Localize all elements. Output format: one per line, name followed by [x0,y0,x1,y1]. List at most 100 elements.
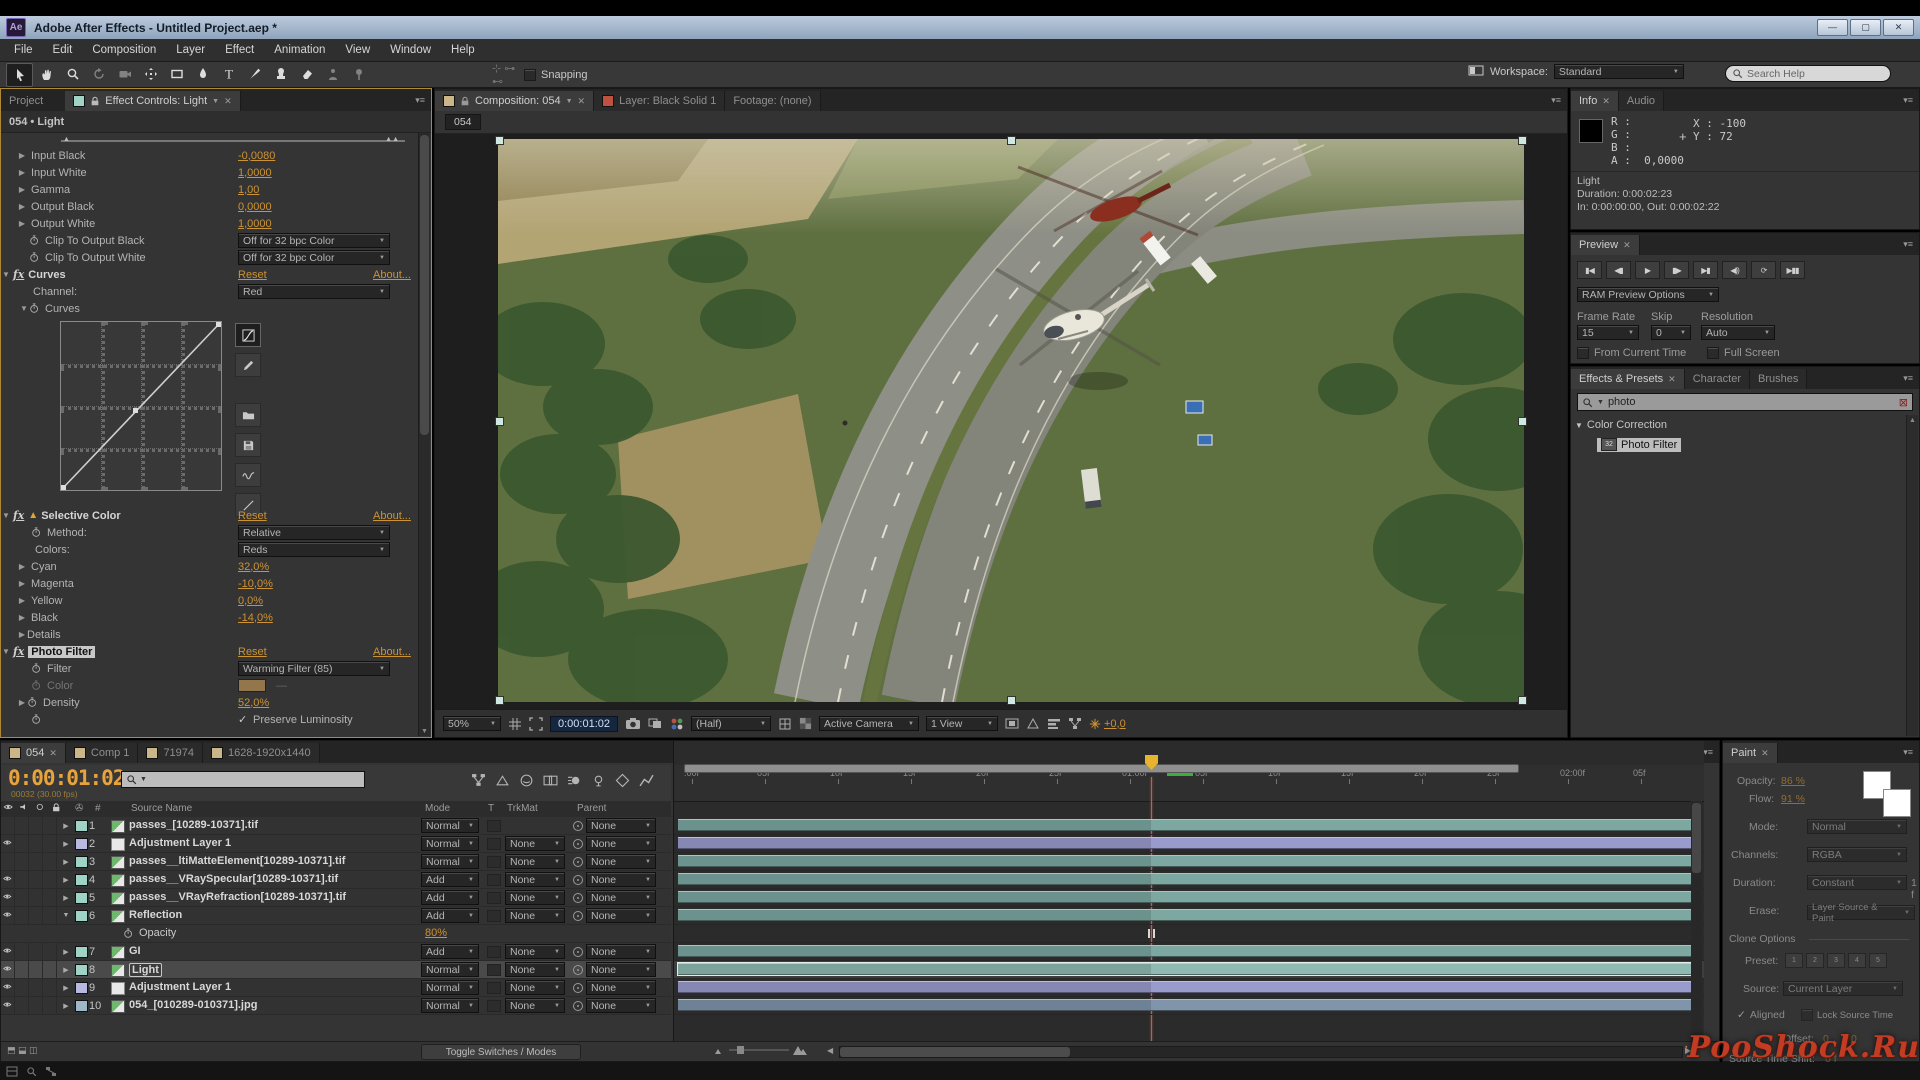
open-curve-icon[interactable] [235,403,261,427]
pen-tool[interactable] [190,63,215,85]
video-toggle[interactable] [1,853,15,870]
stopwatch-icon[interactable] [29,234,41,247]
frame-rate-dropdown[interactable]: 15 [1577,325,1639,340]
selection-handle[interactable] [495,696,504,705]
previous-frame-button[interactable]: ◀▮ [1606,261,1631,279]
layer-row-3[interactable]: ▶3passes__ltiMatteElement[10289-10371].t… [1,853,671,871]
trkmat-dropdown[interactable]: None [505,872,565,887]
solo-toggle[interactable] [29,853,43,870]
property-method[interactable]: Method:Relative [1,524,419,541]
grid-guides-icon[interactable] [508,717,522,731]
label-color-swatch[interactable] [75,910,88,922]
eye-icon[interactable] [2,875,14,885]
selection-handle[interactable] [1007,136,1016,145]
property-magenta[interactable]: ▶Magenta-10,0% [1,575,419,592]
close-tab-icon[interactable]: ✕ [224,96,232,107]
layer-row-2[interactable]: ▶2Adjustment Layer 1NormalNoneNone [1,835,671,853]
motionblur-icon[interactable] [567,773,582,788]
tab-project[interactable]: Project [1,91,51,111]
clone-preset-4[interactable]: 4 [1848,953,1866,968]
flowchart-status-icon[interactable] [45,1066,57,1077]
timeline-tab-71974[interactable]: 71974 [138,743,203,763]
layer-name[interactable]: passes__ltiMatteElement[10289-10371].tif [129,855,345,867]
clone-preset-5[interactable]: 5 [1869,953,1887,968]
layer-duration-bar[interactable] [678,981,1699,993]
color-swatch[interactable] [238,679,266,692]
keyframe-marker[interactable] [1148,929,1155,938]
reset-link[interactable]: Reset [238,269,267,281]
property-dropdown[interactable]: Off for 32 bpc Color [238,233,390,248]
pixel-aspect-icon[interactable] [1005,717,1019,730]
channels-dropdown[interactable]: RGBA [1807,847,1907,862]
property-gamma[interactable]: ▶Gamma1,00 [1,181,419,198]
about-link[interactable]: About... [373,646,411,658]
selection-handle[interactable] [1007,696,1016,705]
parent-dropdown[interactable]: None [586,944,656,959]
pan-behind-tool[interactable] [138,63,163,85]
opacity-value[interactable]: 86 % [1781,775,1805,787]
about-link[interactable]: About... [373,269,411,281]
expander-icon[interactable]: ▶ [59,894,73,902]
track-row-layer-10[interactable] [674,997,1704,1015]
lock-toggle[interactable] [43,835,57,852]
eye-icon[interactable] [2,911,14,921]
effect-controls-scrollbar[interactable]: ▼ [418,133,430,736]
audio-toggle[interactable] [15,835,29,852]
lock-toggle[interactable] [43,997,57,1014]
tab-effects-presets[interactable]: Effects & Presets✕ [1571,369,1685,389]
brainstorm-icon[interactable] [591,773,606,788]
track-row-layer-7[interactable] [674,943,1704,961]
solo-toggle[interactable] [29,835,43,852]
expander-icon[interactable]: ▶ [59,840,73,848]
grapheditor-icon[interactable] [639,773,654,788]
parent-dropdown[interactable]: None [586,818,656,833]
eye-icon[interactable] [2,839,14,849]
property-dropdown[interactable]: Relative [238,525,390,540]
frameblend-icon[interactable] [543,773,558,788]
solo-toggle[interactable] [29,871,43,888]
video-toggle[interactable] [1,961,15,978]
parent-pickwhip-icon[interactable] [573,875,583,885]
trkmat-dropdown[interactable]: None [505,962,565,977]
track-row-layer-5[interactable] [674,889,1704,907]
video-toggle[interactable] [1,943,15,960]
stopwatch-icon[interactable] [123,927,135,940]
ram-preview-options-dropdown[interactable]: RAM Preview Options [1577,287,1719,302]
layer-name[interactable]: passes_[10289-10371].tif [129,819,258,831]
curves-property-row[interactable]: ▼Curves [1,300,419,317]
blend-mode-dropdown[interactable]: Add [421,890,479,905]
selection-handle[interactable] [495,136,504,145]
effect-header-curves[interactable]: ▼fxCurvesResetAbout... [1,266,419,283]
video-toggle[interactable] [1,979,15,996]
property-row-opacity[interactable]: Opacity80% [1,925,671,943]
puppet-pin-tool[interactable] [346,63,371,85]
layer-name[interactable]: passes__VRayRefraction[10289-10371].tif [129,891,346,903]
show-snapshot-icon[interactable] [648,717,663,730]
stopwatch-icon[interactable] [27,696,39,709]
solo-toggle[interactable] [29,997,43,1014]
stencil-toggle[interactable] [487,874,501,886]
property-value[interactable]: -10,0% [238,578,273,590]
autokey-icon[interactable] [615,773,630,788]
expand-collapse-icons[interactable]: ⬒ ⬓ ◫ [7,1045,38,1056]
layer-duration-bar[interactable] [678,819,1699,831]
composition-image[interactable] [498,139,1524,702]
property-group-details[interactable]: ▶Details [1,626,419,643]
menu-animation[interactable]: Animation [264,41,335,59]
expander-icon[interactable]: ▶ [59,858,73,866]
stopwatch-icon[interactable] [29,251,41,264]
property-cyan[interactable]: ▶Cyan32,0% [1,558,419,575]
tab-audio[interactable]: Audio [1619,91,1664,111]
current-time-display[interactable]: 0:00:01:02 [8,766,124,790]
first-frame-button[interactable]: ▮◀ [1577,261,1602,279]
loop-button[interactable]: ⟳ [1751,261,1776,279]
stencil-toggle[interactable] [487,892,501,904]
track-row-layer-4[interactable] [674,871,1704,889]
solo-toggle[interactable] [29,889,43,906]
trkmat-dropdown[interactable]: None [505,980,565,995]
property-value[interactable]: 32,0% [238,561,269,573]
parent-dropdown[interactable]: None [586,908,656,923]
flow-value[interactable]: 91 % [1781,793,1805,805]
region-of-interest-icon[interactable] [529,717,543,731]
render-status-icon[interactable] [6,1066,18,1077]
